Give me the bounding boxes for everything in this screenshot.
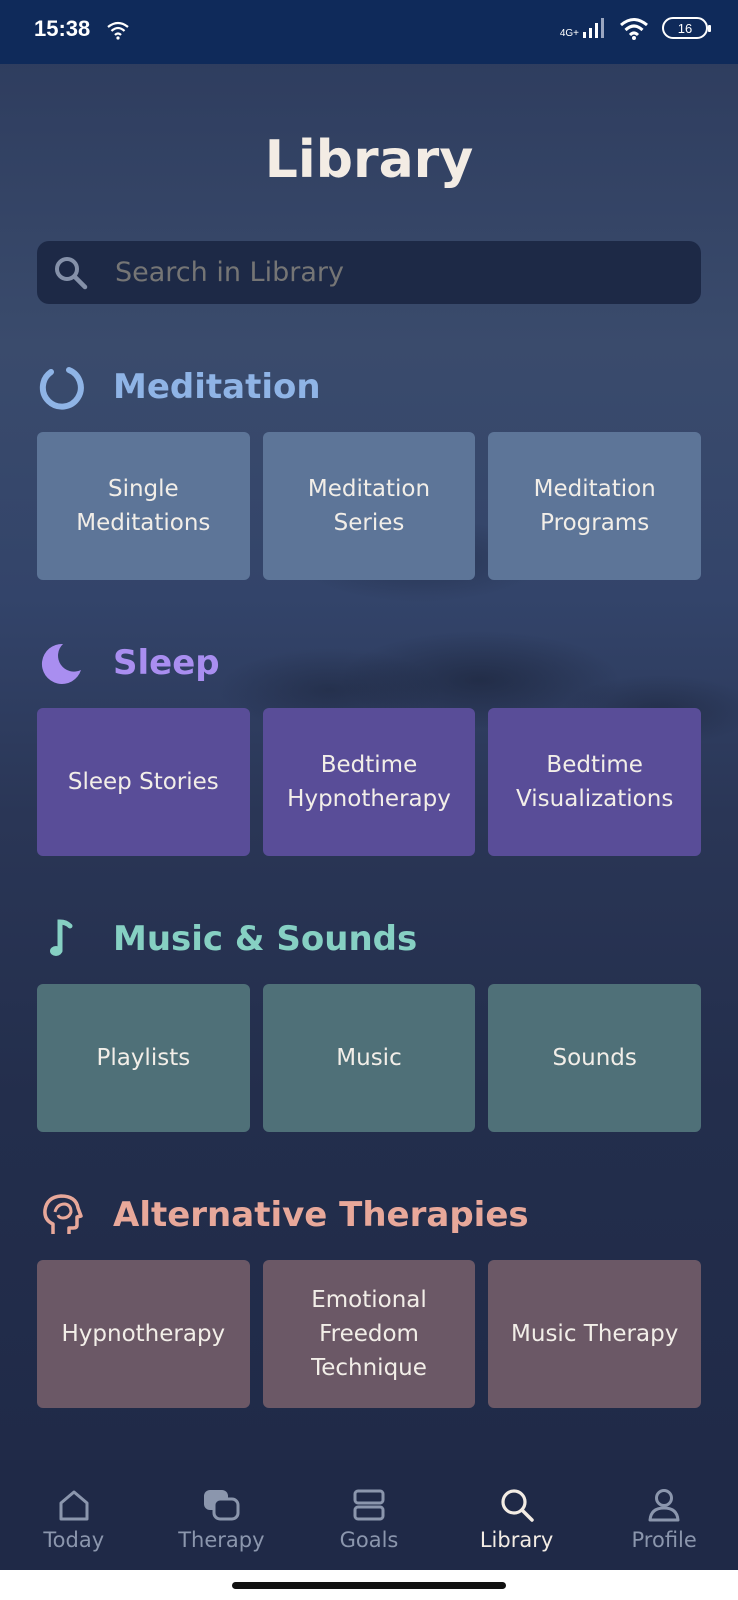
signal-indicator: 4G+ (560, 17, 606, 39)
search-icon (55, 256, 88, 289)
cell-signal-icon (583, 18, 604, 38)
tile-music-therapy[interactable]: Music Therapy (488, 1260, 702, 1408)
circle-ring-icon (37, 362, 87, 412)
home-icon (59, 1490, 89, 1521)
nav-label: Goals (339, 1528, 399, 1552)
section-heading-alternative: Alternative Therapies (37, 1190, 529, 1240)
meditation-tiles: Single Meditations Meditation Series Med… (37, 432, 702, 580)
tile-sounds[interactable]: Sounds (488, 984, 702, 1132)
status-right: 4G+ 16 (560, 16, 711, 40)
chat-bubbles-icon (204, 1490, 240, 1521)
search-input[interactable] (115, 257, 655, 288)
nav-label: Today (43, 1528, 105, 1552)
section-heading-sleep: Sleep (37, 638, 220, 688)
tile-emotional-freedom-technique[interactable]: Emotional Freedom Technique (262, 1260, 476, 1408)
tile-bedtime-visualizations[interactable]: Bedtime Visualizations (488, 708, 702, 856)
network-label: 4G+ (559, 28, 579, 39)
nav-label: Profile (631, 1528, 697, 1552)
section-label: Meditation (113, 367, 321, 407)
nav-label: Therapy (178, 1528, 265, 1552)
status-bar: 15:38 4G+ 16 (0, 0, 738, 64)
tile-hypnotherapy[interactable]: Hypnotherapy (37, 1260, 250, 1408)
tile-sleep-stories[interactable]: Sleep Stories (37, 708, 250, 856)
search-bar[interactable] (37, 241, 701, 304)
page-title: Library (264, 130, 474, 190)
tile-meditation-programs[interactable]: Meditation Programs (488, 432, 702, 580)
head-profile-icon (37, 1190, 87, 1240)
tile-music[interactable]: Music (262, 984, 476, 1132)
section-label: Sleep (113, 643, 220, 683)
nav-label: Library (479, 1528, 554, 1552)
tile-bedtime-hypnotherapy[interactable]: Bedtime Hypnotherapy (262, 708, 476, 856)
tile-meditation-series[interactable]: Meditation Series (262, 432, 476, 580)
app-screen: 15:38 4G+ 16 Library Search in Library M… (0, 0, 738, 1570)
battery-level: 16 (677, 20, 693, 36)
status-time: 15:38 (34, 16, 91, 41)
tile-single-meditations[interactable]: Single Meditations (37, 432, 250, 580)
music-note-icon (37, 914, 87, 964)
nav-library[interactable]: Library (443, 1460, 591, 1570)
battery-indicator: 16 (662, 17, 711, 39)
bottom-navigation: Today Therapy Goals Library Profile (0, 1460, 738, 1570)
home-indicator[interactable] (232, 1582, 506, 1589)
tile-playlists[interactable]: Playlists (37, 984, 250, 1132)
alternative-tiles: Hypnotherapy Emotional Freedom Technique… (37, 1260, 702, 1408)
stack-icon (353, 1489, 385, 1521)
moon-icon (37, 638, 87, 688)
search-icon (500, 1489, 534, 1522)
music-tiles: Playlists Music Sounds (37, 984, 702, 1132)
wifi-calling-icon (107, 21, 129, 40)
person-icon (648, 1489, 680, 1522)
section-heading-music: Music & Sounds (37, 914, 417, 964)
section-label: Alternative Therapies (113, 1195, 529, 1235)
nav-today[interactable]: Today (0, 1460, 148, 1570)
section-heading-meditation: Meditation (37, 362, 321, 412)
section-label: Music & Sounds (113, 919, 418, 959)
sleep-tiles: Sleep Stories Bedtime Hypnotherapy Bedti… (37, 708, 702, 856)
wifi-icon (620, 18, 648, 40)
nav-therapy[interactable]: Therapy (148, 1460, 296, 1570)
nav-goals[interactable]: Goals (295, 1460, 443, 1570)
nav-profile[interactable]: Profile (590, 1460, 738, 1570)
